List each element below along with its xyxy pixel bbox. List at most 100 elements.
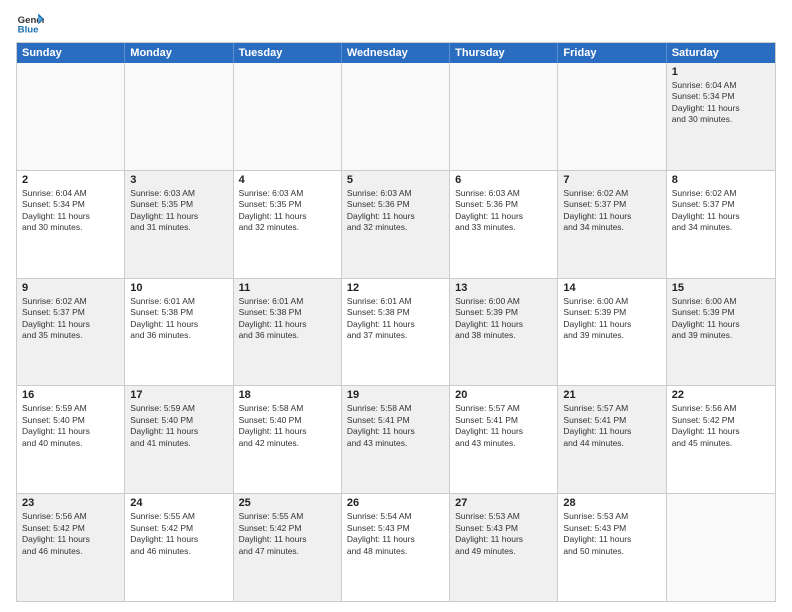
day-number: 16 <box>22 389 119 401</box>
day-number: 25 <box>239 497 336 509</box>
calendar-cell-3-0: 16 Sunrise: 5:59 AM Sunset: 5:40 PM Dayli… <box>17 386 125 493</box>
cell-info: Sunrise: 6:03 AM Sunset: 5:36 PM Dayligh… <box>347 188 444 234</box>
calendar-cell-0-3 <box>342 63 450 170</box>
calendar-cell-4-4: 27 Sunrise: 5:53 AM Sunset: 5:43 PM Dayli… <box>450 494 558 601</box>
calendar-cell-2-6: 15 Sunrise: 6:00 AM Sunset: 5:39 PM Dayli… <box>667 279 775 386</box>
calendar-cell-3-1: 17Sunrise: 5:59 AM Sunset: 5:40 PM Dayli… <box>125 386 233 493</box>
day-number: 26 <box>347 497 444 509</box>
day-number: 18 <box>239 389 336 401</box>
cell-info: Sunrise: 5:53 AM Sunset: 5:43 PM Dayligh… <box>455 511 552 557</box>
day-number: 21 <box>563 389 660 401</box>
weekday-header-thursday: Thursday <box>450 43 558 63</box>
calendar-cell-1-4: 6 Sunrise: 6:03 AM Sunset: 5:36 PM Daylig… <box>450 171 558 278</box>
calendar-cell-2-1: 10 Sunrise: 6:01 AM Sunset: 5:38 PM Dayli… <box>125 279 233 386</box>
calendar-cell-2-5: 14 Sunrise: 6:00 AM Sunset: 5:39 PM Dayli… <box>558 279 666 386</box>
calendar-header: SundayMondayTuesdayWednesdayThursdayFrid… <box>17 43 775 63</box>
calendar-cell-3-4: 20 Sunrise: 5:57 AM Sunset: 5:41 PM Dayli… <box>450 386 558 493</box>
day-number: 3 <box>130 174 227 186</box>
cell-info: Sunrise: 6:01 AM Sunset: 5:38 PM Dayligh… <box>130 296 227 342</box>
cell-info: Sunrise: 6:00 AM Sunset: 5:39 PM Dayligh… <box>563 296 660 342</box>
day-number: 24 <box>130 497 227 509</box>
cell-info: Sunrise: 6:01 AM Sunset: 5:38 PM Dayligh… <box>239 296 336 342</box>
cell-info: Sunrise: 6:00 AM Sunset: 5:39 PM Dayligh… <box>455 296 552 342</box>
cell-info: Sunrise: 5:56 AM Sunset: 5:42 PM Dayligh… <box>672 403 770 449</box>
cell-info: Sunrise: 6:04 AM Sunset: 5:34 PM Dayligh… <box>22 188 119 234</box>
calendar-cell-0-4 <box>450 63 558 170</box>
day-number: 19 <box>347 389 444 401</box>
weekday-header-wednesday: Wednesday <box>342 43 450 63</box>
cell-info: Sunrise: 5:53 AM Sunset: 5:43 PM Dayligh… <box>563 511 660 557</box>
day-number: 15 <box>672 282 770 294</box>
cell-info: Sunrise: 6:02 AM Sunset: 5:37 PM Dayligh… <box>563 188 660 234</box>
calendar-cell-2-2: 11 Sunrise: 6:01 AM Sunset: 5:38 PM Dayli… <box>234 279 342 386</box>
calendar-cell-1-1: 3 Sunrise: 6:03 AM Sunset: 5:35 PM Daylig… <box>125 171 233 278</box>
day-number: 20 <box>455 389 552 401</box>
weekday-header-monday: Monday <box>125 43 233 63</box>
calendar-cell-4-1: 24 Sunrise: 5:55 AM Sunset: 5:42 PM Dayli… <box>125 494 233 601</box>
cell-info: Sunrise: 6:03 AM Sunset: 5:35 PM Dayligh… <box>239 188 336 234</box>
calendar-row-1: 2 Sunrise: 6:04 AM Sunset: 5:34 PM Daylig… <box>17 170 775 278</box>
day-number: 5 <box>347 174 444 186</box>
weekday-header-friday: Friday <box>558 43 666 63</box>
cell-info: Sunrise: 5:57 AM Sunset: 5:41 PM Dayligh… <box>563 403 660 449</box>
cell-info: Sunrise: 5:59 AM Sunset: 5:40 PM Dayligh… <box>22 403 119 449</box>
cell-info: Sunrise: 5:54 AM Sunset: 5:43 PM Dayligh… <box>347 511 444 557</box>
calendar-row-0: 1 Sunrise: 6:04 AM Sunset: 5:34 PM Daylig… <box>17 63 775 170</box>
cell-info: Sunrise: 5:55 AM Sunset: 5:42 PM Dayligh… <box>130 511 227 557</box>
calendar-cell-3-6: 22 Sunrise: 5:56 AM Sunset: 5:42 PM Dayli… <box>667 386 775 493</box>
day-number: 14 <box>563 282 660 294</box>
cell-info: Sunrise: 5:57 AM Sunset: 5:41 PM Dayligh… <box>455 403 552 449</box>
day-number: 8 <box>672 174 770 186</box>
calendar-cell-0-6: 1 Sunrise: 6:04 AM Sunset: 5:34 PM Daylig… <box>667 63 775 170</box>
day-number: 17 <box>130 389 227 401</box>
day-number: 22 <box>672 389 770 401</box>
calendar-cell-2-0: 9 Sunrise: 6:02 AM Sunset: 5:37 PM Daylig… <box>17 279 125 386</box>
calendar-row-4: 23Sunrise: 5:56 AM Sunset: 5:42 PM Dayli… <box>17 493 775 601</box>
calendar-cell-0-0 <box>17 63 125 170</box>
day-number: 11 <box>239 282 336 294</box>
cell-info: Sunrise: 5:58 AM Sunset: 5:40 PM Dayligh… <box>239 403 336 449</box>
day-number: 7 <box>563 174 660 186</box>
calendar-cell-4-6 <box>667 494 775 601</box>
calendar-cell-0-1 <box>125 63 233 170</box>
day-number: 12 <box>347 282 444 294</box>
day-number: 1 <box>672 66 770 78</box>
day-number: 13 <box>455 282 552 294</box>
calendar-cell-3-2: 18 Sunrise: 5:58 AM Sunset: 5:40 PM Dayli… <box>234 386 342 493</box>
calendar-cell-1-3: 5 Sunrise: 6:03 AM Sunset: 5:36 PM Daylig… <box>342 171 450 278</box>
calendar-cell-4-5: 28 Sunrise: 5:53 AM Sunset: 5:43 PM Dayli… <box>558 494 666 601</box>
day-number: 28 <box>563 497 660 509</box>
cell-info: Sunrise: 6:02 AM Sunset: 5:37 PM Dayligh… <box>22 296 119 342</box>
calendar-cell-0-2 <box>234 63 342 170</box>
day-number: 2 <box>22 174 119 186</box>
weekday-header-tuesday: Tuesday <box>234 43 342 63</box>
calendar-cell-0-5 <box>558 63 666 170</box>
calendar-cell-3-5: 21 Sunrise: 5:57 AM Sunset: 5:41 PM Dayli… <box>558 386 666 493</box>
calendar-row-3: 16 Sunrise: 5:59 AM Sunset: 5:40 PM Dayli… <box>17 385 775 493</box>
cell-info: Sunrise: 5:56 AM Sunset: 5:42 PM Dayligh… <box>22 511 119 557</box>
logo-icon: General Blue <box>16 12 44 36</box>
calendar-cell-2-4: 13 Sunrise: 6:00 AM Sunset: 5:39 PM Dayli… <box>450 279 558 386</box>
day-number: 9 <box>22 282 119 294</box>
logo: General Blue <box>16 12 44 36</box>
calendar-cell-1-5: 7 Sunrise: 6:02 AM Sunset: 5:37 PM Daylig… <box>558 171 666 278</box>
weekday-header-saturday: Saturday <box>667 43 775 63</box>
calendar-cell-1-0: 2 Sunrise: 6:04 AM Sunset: 5:34 PM Daylig… <box>17 171 125 278</box>
cell-info: Sunrise: 6:01 AM Sunset: 5:38 PM Dayligh… <box>347 296 444 342</box>
cell-info: Sunrise: 6:03 AM Sunset: 5:35 PM Dayligh… <box>130 188 227 234</box>
day-number: 10 <box>130 282 227 294</box>
cell-info: Sunrise: 6:00 AM Sunset: 5:39 PM Dayligh… <box>672 296 770 342</box>
cell-info: Sunrise: 5:55 AM Sunset: 5:42 PM Dayligh… <box>239 511 336 557</box>
day-number: 27 <box>455 497 552 509</box>
calendar: SundayMondayTuesdayWednesdayThursdayFrid… <box>16 42 776 602</box>
cell-info: Sunrise: 5:58 AM Sunset: 5:41 PM Dayligh… <box>347 403 444 449</box>
cell-info: Sunrise: 6:04 AM Sunset: 5:34 PM Dayligh… <box>672 80 770 126</box>
weekday-header-sunday: Sunday <box>17 43 125 63</box>
day-number: 6 <box>455 174 552 186</box>
page: General Blue SundayMondayTuesdayWednesda… <box>0 0 792 612</box>
cell-info: Sunrise: 6:03 AM Sunset: 5:36 PM Dayligh… <box>455 188 552 234</box>
cell-info: Sunrise: 6:02 AM Sunset: 5:37 PM Dayligh… <box>672 188 770 234</box>
day-number: 4 <box>239 174 336 186</box>
calendar-cell-2-3: 12 Sunrise: 6:01 AM Sunset: 5:38 PM Dayli… <box>342 279 450 386</box>
calendar-body: 1 Sunrise: 6:04 AM Sunset: 5:34 PM Daylig… <box>17 63 775 601</box>
